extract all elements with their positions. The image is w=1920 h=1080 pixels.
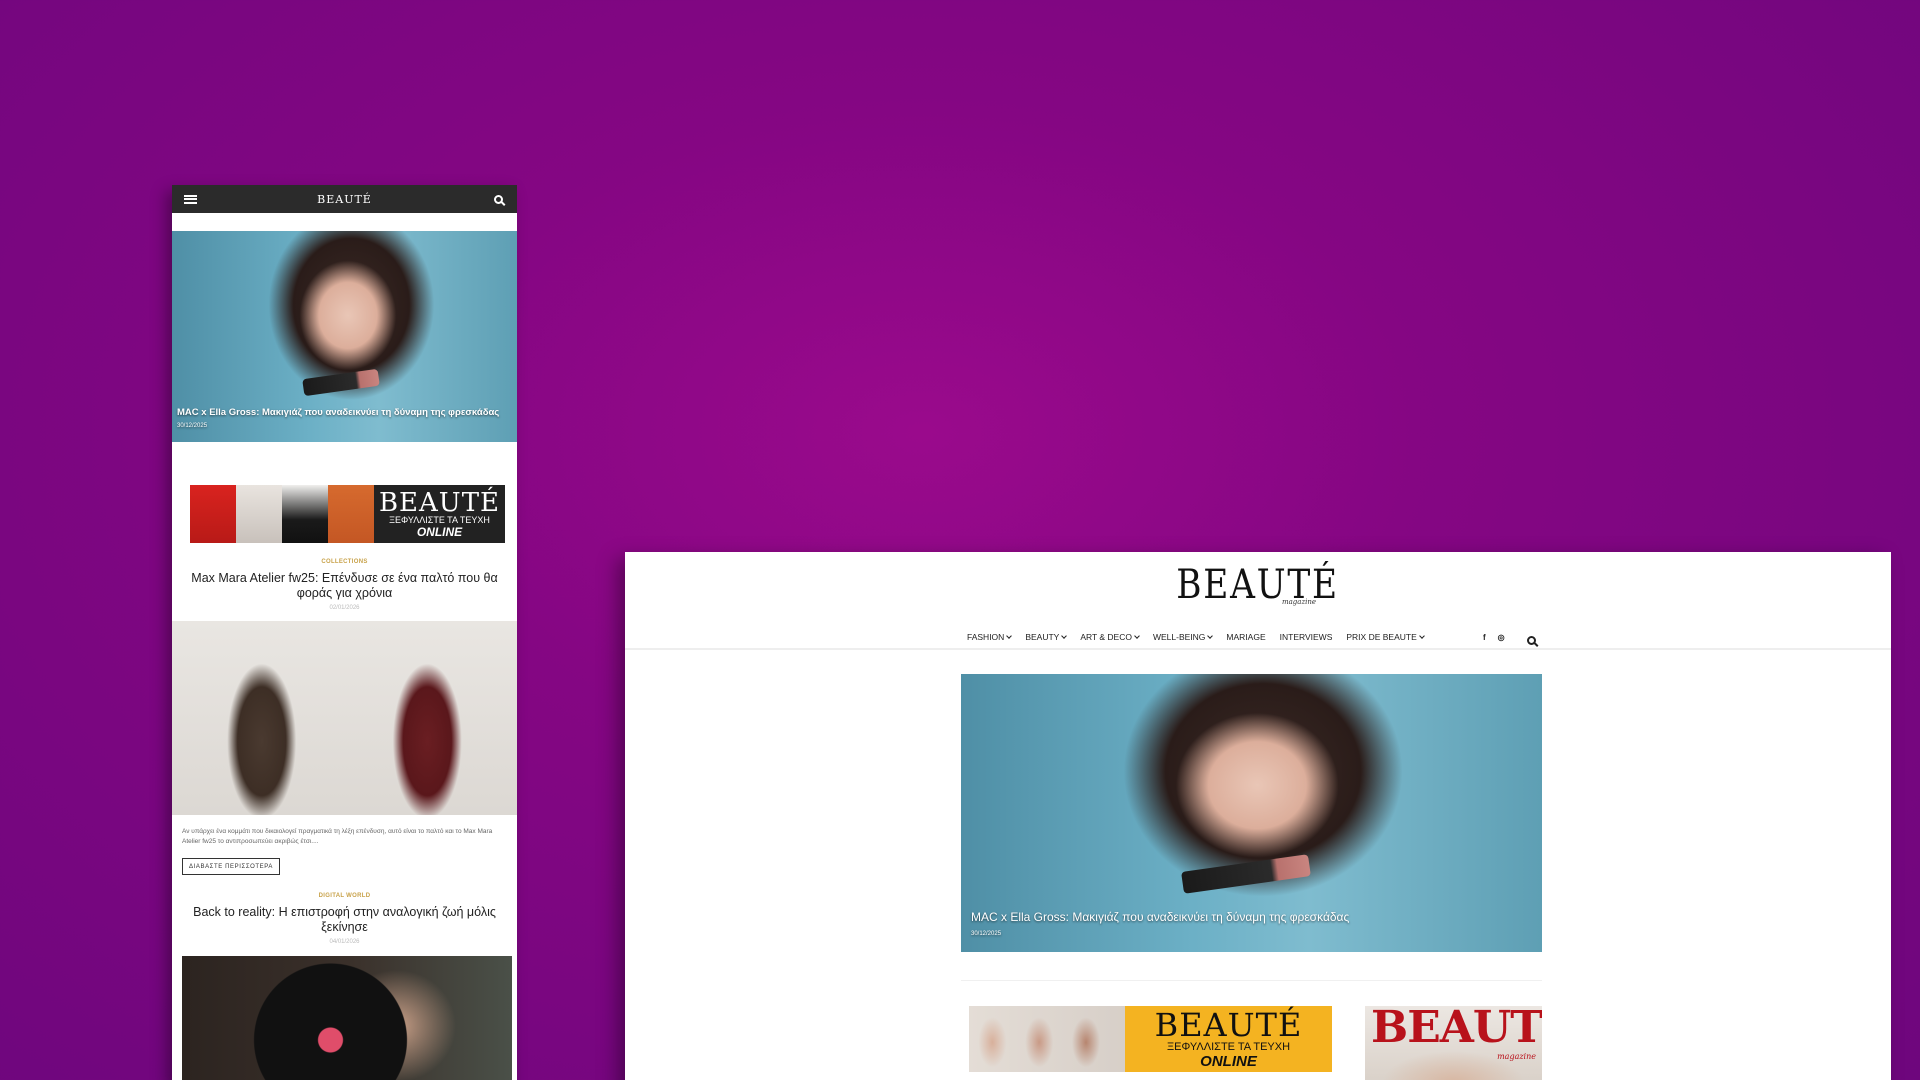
mobile-magazine-banner[interactable]: BEAUTÉ ΞΕΦΥΛΛΙΣΤΕ ΤΑ ΤΕΥΧΗ ONLINE [190, 485, 505, 543]
nav-label: FASHION [967, 632, 1005, 642]
banner-photo [236, 485, 282, 543]
banner-photo [190, 485, 236, 543]
article-title[interactable]: Back to reality: Η επιστροφή στην αναλογ… [172, 905, 517, 935]
header-divider [625, 648, 1891, 650]
desktop-hero-date: 30/12/2025 [971, 931, 1002, 937]
nav-label: BEAUTY [1025, 632, 1060, 642]
banner-subtitle: ΞΕΦΥΛΛΙΣΤΕ ΤΑ ΤΕΥΧΗ [1166, 1041, 1291, 1054]
desktop-preview: BEAUTÉ magazine FASHION BEAUTY ART & DEC… [625, 552, 1891, 1080]
cover-title: BEAUTÉ [1371, 1006, 1542, 1053]
mobile-logo[interactable]: BEAUTÉ [317, 193, 372, 206]
banner-photo [969, 1006, 1125, 1072]
banner-photo [282, 485, 328, 543]
article-excerpt: Αν υπάρχει ένα κομμάτι που δικαιολογεί π… [182, 828, 493, 845]
magazine-cover[interactable]: BEAUTÉ magazine [1365, 1006, 1542, 1080]
chevron-down-icon [1134, 632, 1140, 639]
search-icon[interactable] [491, 191, 507, 207]
banner-online: ONLINE [416, 524, 463, 539]
chevron-down-icon [1207, 632, 1214, 639]
desktop-magazine-banner[interactable]: BEAUTÉ ΞΕΦΥΛΛΙΣΤΕ ΤΑ ΤΕΥΧΗ ONLINE [969, 1006, 1332, 1072]
chevron-down-icon [1418, 632, 1425, 639]
nav-label: WELL-BEING [1152, 632, 1206, 642]
mobile-preview: BEAUTÉ MAC x Ella Gross: Μακιγιάζ που αν… [172, 185, 517, 1080]
nav-label: PRIX DE BEAUTE [1346, 632, 1417, 642]
nav-item-well-being[interactable]: WELL-BEING [1152, 632, 1214, 642]
mobile-hero-image[interactable]: MAC x Ella Gross: Μακιγιάζ που αναδεικνύ… [172, 231, 517, 442]
nav-label: MARIAGE [1226, 632, 1266, 642]
article-category[interactable]: COLLECTIONS [172, 559, 517, 565]
article-title[interactable]: Max Mara Atelier fw25: Επένδυσε σε ένα π… [172, 571, 517, 601]
banner-text: BEAUTÉ ΞΕΦΥΛΛΙΣΤΕ ΤΑ ΤΕΥΧΗ ONLINE [374, 485, 505, 543]
article-date: 04/01/2026 [329, 939, 360, 945]
article-category[interactable]: DIGITAL WORLD [172, 893, 517, 899]
nav-item-fashion[interactable]: FASHION [967, 632, 1013, 642]
facebook-icon[interactable]: f [1483, 633, 1486, 642]
nav-item-beauty[interactable]: BEAUTY [1025, 632, 1068, 642]
nav-label: INTERVIEWS [1279, 632, 1333, 642]
mobile-header: BEAUTÉ [172, 185, 517, 213]
mobile-hero-date: 30/12/2025 [177, 423, 208, 429]
chevron-down-icon [1061, 632, 1068, 639]
desktop-logo-tagline: magazine [1282, 598, 1317, 606]
nav-label: ART & DECO [1080, 632, 1132, 642]
search-icon[interactable] [1523, 632, 1539, 648]
banner-text: BEAUTÉ ΞΕΦΥΛΛΙΣΤΕ ΤΑ ΤΕΥΧΗ ONLINE [1125, 1006, 1332, 1072]
mobile-hero-title[interactable]: MAC x Ella Gross: Μακιγιάζ που αναδεικνύ… [177, 407, 499, 418]
menu-icon[interactable] [182, 191, 198, 207]
banner-logo: BEAUTÉ [378, 488, 501, 519]
mobile-article-2: DIGITAL WORLD Back to reality: Η επιστρο… [172, 893, 517, 945]
nav-item-prix-de-beaute[interactable]: PRIX DE BEAUTE [1346, 632, 1425, 642]
main-nav: FASHION BEAUTY ART & DECO WELL-BEING MAR… [967, 632, 1425, 642]
banner-online: ONLINE [1200, 1052, 1257, 1070]
desktop-logo-wrap: BEAUTÉ [625, 562, 1891, 608]
article-date: 02/01/2026 [329, 605, 360, 611]
social-links: f ◎ [1483, 633, 1505, 642]
nav-item-mariage[interactable]: MARIAGE [1226, 632, 1265, 642]
banner-photo [328, 485, 374, 543]
cover-tagline: magazine [1497, 1052, 1536, 1061]
mobile-article-1: COLLECTIONS Max Mara Atelier fw25: Επένδ… [172, 559, 517, 611]
desktop-hero-image[interactable]: MAC x Ella Gross: Μακιγιάζ που αναδεικνύ… [961, 674, 1542, 952]
chevron-down-icon [1006, 632, 1013, 639]
nav-item-art-deco[interactable]: ART & DECO [1080, 632, 1140, 642]
article-image[interactable] [182, 956, 512, 1080]
instagram-icon[interactable]: ◎ [1498, 633, 1505, 642]
article-image[interactable] [172, 621, 517, 815]
banner-logo: BEAUTÉ [1154, 1006, 1303, 1045]
read-more-button[interactable]: ΔΙΑΒΑΣΤΕ ΠΕΡΙΣΣΟΤΕΡΑ [182, 858, 281, 875]
desktop-hero-title[interactable]: MAC x Ella Gross: Μακιγιάζ που αναδεικνύ… [971, 910, 1349, 924]
section-divider [961, 980, 1542, 981]
nav-item-interviews[interactable]: INTERVIEWS [1280, 632, 1333, 642]
